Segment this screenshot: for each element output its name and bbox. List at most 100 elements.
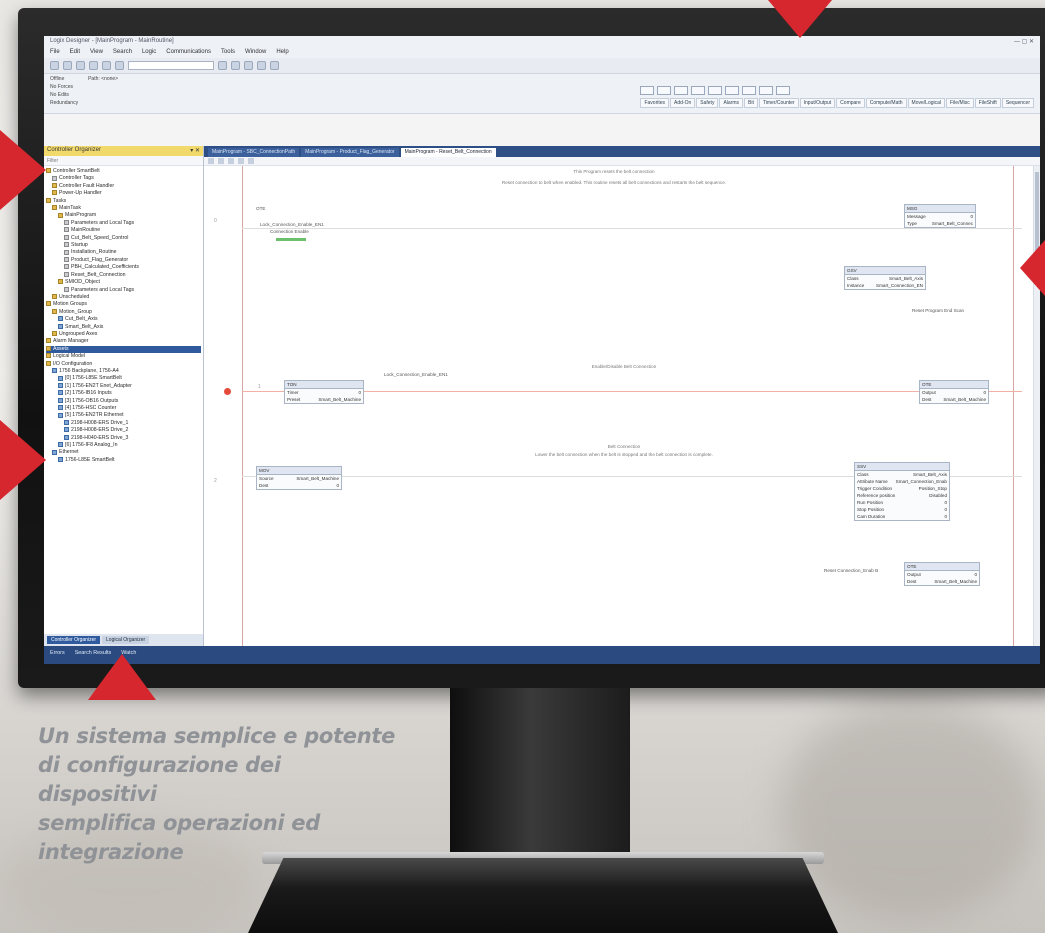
goto-icon[interactable] [248, 158, 254, 164]
rung-0-gsv-block[interactable]: GSV Class Smart_Belt_Axis Instance Smart_Con… [844, 266, 926, 290]
tree-node[interactable]: Installation_Routine [46, 249, 201, 256]
organizer-filter-input[interactable]: Filter [44, 156, 203, 166]
toggle-icon[interactable] [208, 158, 214, 164]
tree-node[interactable]: Ungrouped Axes [46, 331, 201, 338]
instruction-tab[interactable]: FileShift [974, 98, 1001, 108]
tree-node[interactable]: Motion Groups [46, 301, 201, 308]
copy-icon[interactable] [102, 61, 111, 70]
block-value[interactable]: Smart_Connection_EN [876, 283, 923, 288]
document-tab[interactable]: MainProgram - Product_Flag_Generator [301, 148, 399, 157]
tree-node[interactable]: Smart_Belt_Axis [46, 324, 201, 331]
rung-2-mov-block[interactable]: MOV Source Smart_Belt_Machine Dest 0 [256, 466, 342, 490]
organizer-tab[interactable]: Logical Organizer [102, 636, 150, 644]
instruction-tab[interactable]: Sequencer [1001, 98, 1034, 108]
tree-node[interactable]: PBH_Calculated_Coefficients [46, 264, 201, 271]
tree-node[interactable]: Power-Up Handler [46, 190, 201, 197]
tree-node[interactable]: Tasks [46, 198, 201, 205]
tree-node[interactable]: MainProgram [46, 212, 201, 219]
instruction-tab[interactable]: Compare [836, 98, 865, 108]
block-value[interactable]: 0 [944, 507, 947, 512]
rung-0-ons[interactable]: OTE [256, 206, 265, 211]
instruction-tab[interactable]: File/Misc [946, 98, 974, 108]
block-value[interactable]: Smart_Belt_Machine [318, 397, 361, 402]
otu-icon[interactable] [759, 86, 774, 95]
instruction-tab[interactable]: Move/Logical [907, 98, 946, 108]
instruction-tab[interactable]: Alarms [719, 98, 744, 108]
block-value[interactable]: 0 [983, 390, 986, 395]
xic-icon[interactable] [691, 86, 706, 95]
block-value[interactable]: Disabled [929, 493, 947, 498]
zoom-in-icon[interactable] [244, 61, 253, 70]
instruction-tab[interactable]: Add-On [670, 98, 696, 108]
ote-icon[interactable] [725, 86, 740, 95]
tree-node[interactable]: Startup [46, 242, 201, 249]
instruction-tab[interactable]: Input/Output [799, 98, 836, 108]
tree-node[interactable]: MainTask [46, 205, 201, 212]
tree-node[interactable]: Controller Tags [46, 175, 201, 182]
instruction-tab[interactable]: Favorites [640, 98, 670, 108]
block-value[interactable]: 0 [336, 483, 339, 488]
tree-node[interactable]: Product_Flag_Generator [46, 257, 201, 264]
window-controls[interactable]: — ▢ ✕ [1014, 38, 1034, 46]
tree-node[interactable]: Alarm Manager [46, 338, 201, 345]
tree-node[interactable]: Ethernet [46, 449, 201, 456]
xio-icon[interactable] [708, 86, 723, 95]
block-value[interactable]: Smart_Belt_Connec [932, 221, 973, 226]
bookmark-icon[interactable] [228, 158, 234, 164]
tree-node[interactable]: Controller SmartBelt [46, 168, 201, 175]
rung-1-ton-block[interactable]: TON Timer 0 Preset Smart_Belt_Machine [284, 380, 364, 404]
menu-item-search[interactable]: Search [113, 49, 132, 57]
tree-node[interactable]: Logical Model [46, 353, 201, 360]
save-icon[interactable] [76, 61, 85, 70]
instruction-tab[interactable]: Safety [696, 98, 719, 108]
tree-node[interactable]: 1756-L85E SmartBelt [46, 457, 201, 464]
rung-2-output-tag[interactable]: Reset Connection_Enab B [824, 568, 878, 573]
tree-node[interactable]: I/O Configuration [46, 361, 201, 368]
instruction-tab[interactable]: Bit [744, 98, 758, 108]
menu-item-communications[interactable]: Communications [166, 49, 211, 57]
block-value[interactable]: 0 [970, 214, 973, 219]
block-value[interactable]: 0 [944, 514, 947, 519]
menu-item-window[interactable]: Window [245, 49, 266, 57]
tree-node[interactable]: Controller Fault Handler [46, 183, 201, 190]
status-bar-tab[interactable]: Errors [50, 650, 65, 660]
block-value[interactable]: Smart_Belt_Machine [934, 579, 977, 584]
tree-node[interactable]: SMIOD_Object [46, 279, 201, 286]
rung-0-output[interactable]: Reset Program End Scan [912, 308, 964, 313]
tree-node[interactable]: Reset_Belt_Connection [46, 272, 201, 279]
find-icon[interactable] [218, 61, 227, 70]
instruction-tab[interactable]: Timer/Counter [758, 98, 799, 108]
block-value[interactable]: Smart_Connection_Enab [896, 479, 947, 484]
block-value[interactable]: Smart_Belt_Machine [943, 397, 986, 402]
menu-item-tools[interactable]: Tools [221, 49, 235, 57]
zoom-icon[interactable] [218, 158, 224, 164]
menu-item-help[interactable]: Help [276, 49, 288, 57]
tree-node[interactable]: Unscheduled [46, 294, 201, 301]
menu-item-edit[interactable]: Edit [70, 49, 80, 57]
verify-icon[interactable] [231, 61, 240, 70]
zoom-out-icon[interactable] [257, 61, 266, 70]
rung-0-xic-tag[interactable]: Lock_Connection_Enable_EN1 [260, 222, 324, 227]
tree-node[interactable]: Assets [46, 345, 201, 354]
tree-node[interactable]: 2198-H008-ERS Drive_1 [46, 420, 201, 427]
document-tab[interactable]: MainProgram - SBC_ConnectionPath [208, 148, 300, 157]
rung-2-ote-block[interactable]: OTE Output 0 Dest Smart_Belt_Machine [904, 562, 980, 586]
tree-node[interactable]: [0] 1756-L85E SmartBelt [46, 375, 201, 382]
document-tab[interactable]: MainProgram - Reset_Belt_Connection [400, 148, 496, 157]
tree-node[interactable]: 1756 Backplane, 1756-A4 [46, 368, 201, 375]
tree-node[interactable]: [3] 1756-OB16 Outputs [46, 398, 201, 405]
tree-node[interactable]: MainRoutine [46, 227, 201, 234]
tree-node[interactable]: 2198-H008-ERS Drive_2 [46, 427, 201, 434]
tree-node[interactable]: [4] 1756-HSC Counter [46, 405, 201, 412]
block-value[interactable]: 0 [358, 390, 361, 395]
rung-icon[interactable] [640, 86, 655, 95]
ons-icon[interactable] [776, 86, 791, 95]
open-folder-icon[interactable] [63, 61, 72, 70]
otl-icon[interactable] [742, 86, 757, 95]
branch-level-icon[interactable] [674, 86, 689, 95]
tree-node[interactable]: [2] 1756-IB16 Inputs [46, 390, 201, 397]
branch-icon[interactable] [657, 86, 672, 95]
block-value[interactable]: Smart_Belt_Machine [296, 476, 339, 481]
new-file-icon[interactable] [50, 61, 59, 70]
breakpoint-icon[interactable] [224, 388, 231, 395]
